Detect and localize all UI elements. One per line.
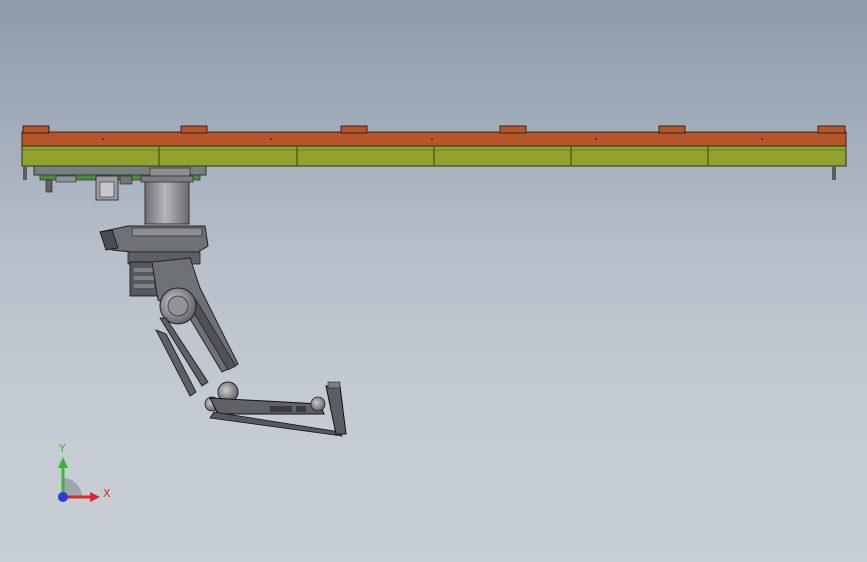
cad-model-scene[interactable]	[0, 0, 867, 562]
z-axis-dot	[58, 492, 68, 502]
triad-x-label: X	[103, 487, 111, 500]
robot-upper-arm[interactable]	[151, 257, 239, 397]
robot-wrist[interactable]	[310, 381, 347, 435]
reference-triad[interactable]: Y X	[48, 440, 118, 510]
robot-column[interactable]	[140, 175, 194, 225]
triad-y-label: Y	[59, 442, 66, 455]
graphics-viewport[interactable]: Y X	[0, 0, 867, 562]
